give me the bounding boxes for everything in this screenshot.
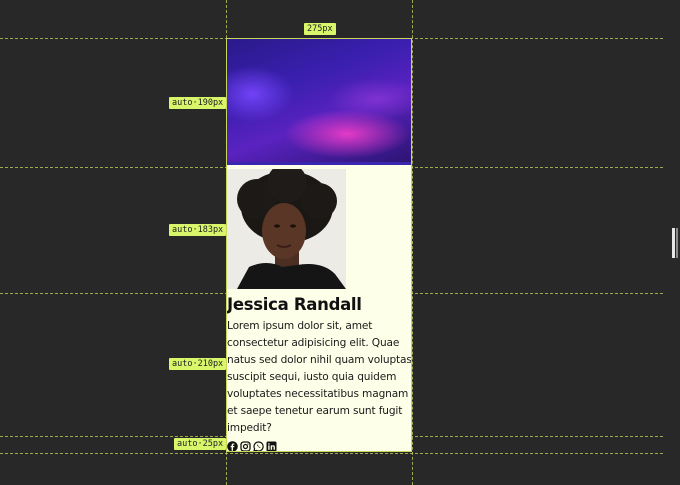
banner-strip [227, 162, 411, 165]
facebook-icon[interactable] [227, 437, 238, 451]
guide-line-bottom [0, 453, 663, 454]
profile-name: Jessica Randall [227, 295, 362, 314]
width-tag: 275px [304, 23, 336, 35]
row-height-tag-1: auto·190px [169, 97, 227, 109]
instagram-icon[interactable] [240, 437, 251, 451]
row-height-tag-4: auto·25px [174, 438, 227, 450]
profile-card: Jessica Randall Lorem ipsum dolor sit, a… [226, 38, 412, 452]
profile-photo [227, 169, 346, 289]
row-height-tag-2: auto·183px [169, 224, 227, 236]
banner-image [227, 39, 411, 164]
guide-line-right [412, 0, 413, 485]
profile-bio: Lorem ipsum dolor sit, amet consectetur … [227, 320, 412, 434]
whatsapp-icon[interactable] [253, 437, 264, 451]
linkedin-icon[interactable] [266, 437, 277, 451]
row-height-tag-3: auto·210px [169, 358, 227, 370]
social-links [227, 437, 277, 451]
scrollbar-handle[interactable] [672, 228, 678, 258]
